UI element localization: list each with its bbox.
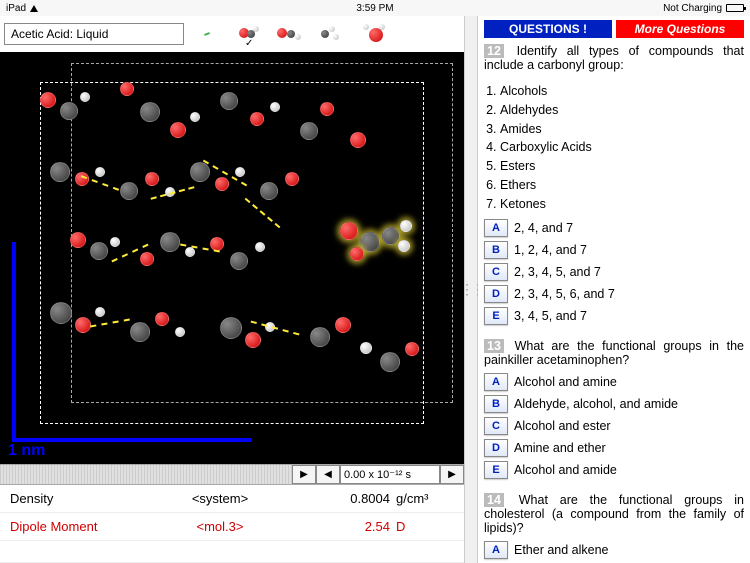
answer-text: 2, 3, 4, 5, 6, and 7	[514, 287, 615, 301]
molecules	[20, 72, 444, 444]
answer-A-button[interactable]: A	[484, 373, 508, 391]
question-text: What are the functional groups in choles…	[484, 493, 744, 535]
answer-A-button[interactable]: A	[484, 541, 508, 559]
property-value: 0.8004	[300, 491, 390, 506]
list-item: Ethers	[500, 176, 744, 195]
question-13: 13 What are the functional groups in the…	[484, 339, 744, 367]
answer-C-button[interactable]: C	[484, 417, 508, 435]
wifi-icon	[30, 5, 38, 12]
timeline-scrubber[interactable]	[0, 465, 292, 484]
model-style-thumb-3[interactable]	[314, 20, 352, 48]
answer-text: 1, 2, 4, and 7	[514, 243, 587, 257]
step-forward-button[interactable]: ▶	[440, 465, 464, 484]
question-number: 12	[484, 44, 504, 58]
answer-D-button[interactable]: D	[484, 285, 508, 303]
table-row[interactable]: Dipole Moment <mol.3> 2.54 D	[0, 513, 464, 541]
answer-B-button[interactable]: B	[484, 241, 508, 259]
question-number: 13	[484, 339, 504, 353]
question-number: 14	[484, 493, 504, 507]
property-scope: <mol.3>	[140, 519, 300, 534]
table-row[interactable]	[0, 541, 464, 563]
model-style-thumb-2[interactable]	[272, 20, 310, 48]
answer-A-button[interactable]: A	[484, 219, 508, 237]
simulation-pane: 1 nm	[0, 16, 464, 563]
questions-tabs: QUESTIONS ! More Questions	[484, 20, 744, 38]
clock: 3:59 PM	[252, 3, 498, 14]
model-style-thumb-4[interactable]	[356, 20, 394, 48]
property-unit: g/cm³	[390, 491, 440, 506]
y-axis	[12, 242, 16, 442]
list-item: Esters	[500, 157, 744, 176]
answers-q14: AEther and alkene BAlcohol and alkene CA…	[484, 541, 744, 563]
split-divider[interactable]: ⋮⋮	[464, 16, 478, 563]
list-item: Aldehydes	[500, 101, 744, 120]
compound-list: Alcohols Aldehydes Amides Carboxylic Aci…	[500, 82, 744, 213]
answer-text: Ether and alkene	[514, 543, 609, 557]
device-label: iPad	[6, 3, 26, 14]
answer-text: Alcohol and amine	[514, 375, 617, 389]
question-text: What are the functional groups in the pa…	[484, 339, 744, 367]
top-toolbar	[0, 16, 464, 52]
property-value: 2.54	[300, 519, 390, 534]
property-label: Density	[10, 491, 140, 506]
table-row[interactable]: Density <system> 0.8004 g/cm³	[0, 485, 464, 513]
answer-B-button[interactable]: B	[484, 395, 508, 413]
model-style-thumb-1[interactable]	[230, 20, 268, 48]
list-item: Alcohols	[500, 82, 744, 101]
answers-q12: A 2, 4, and 7 B 1, 2, 4, and 7 C 2, 3, 4, 5…	[484, 219, 744, 329]
status-bar: iPad 3:59 PM Not Charging	[0, 0, 750, 16]
list-item: Carboxylic Acids	[500, 138, 744, 157]
question-14: 14 What are the functional groups in cho…	[484, 493, 744, 535]
property-label: Dipole Moment	[10, 519, 140, 534]
properties-table: Density <system> 0.8004 g/cm³ Dipole Mom…	[0, 484, 464, 563]
molecule-3d-view[interactable]: 1 nm	[0, 52, 464, 464]
answer-text: 2, 3, 4, 5, and 7	[514, 265, 601, 279]
molecule-title-field[interactable]	[4, 23, 184, 45]
answer-text: Amine and ether	[514, 441, 606, 455]
list-item: Amides	[500, 120, 744, 139]
tag-icon[interactable]	[188, 20, 226, 48]
answer-E-button[interactable]: E	[484, 461, 508, 479]
tab-questions[interactable]: QUESTIONS !	[484, 20, 612, 38]
property-unit: D	[390, 519, 440, 534]
playback-bar: ▶ ◀ 0.00 x 10⁻¹² s ▶	[0, 464, 464, 484]
tab-more-questions[interactable]: More Questions	[616, 20, 744, 38]
answers-q13: A Alcohol and amine B Aldehyde, alcohol, a…	[484, 373, 744, 483]
property-scope: <system>	[140, 491, 300, 506]
answer-E-button[interactable]: E	[484, 307, 508, 325]
answer-text: Aldehyde, alcohol, and amide	[514, 397, 678, 411]
battery-icon	[726, 4, 744, 12]
answer-text: 3, 4, 5, and 7	[514, 309, 587, 323]
questions-pane: QUESTIONS ! More Questions 12 Identify a…	[478, 16, 750, 563]
question-text: Identify all types of compounds that inc…	[484, 44, 744, 72]
step-back-button[interactable]: ◀	[316, 465, 340, 484]
answer-D-button[interactable]: D	[484, 439, 508, 457]
answer-text: Alcohol and ester	[514, 419, 611, 433]
scale-label: 1 nm	[8, 442, 45, 460]
charge-label: Not Charging	[663, 3, 722, 14]
answer-text: 2, 4, and 7	[514, 221, 573, 235]
list-item: Ketones	[500, 195, 744, 214]
answer-text: Alcohol and amide	[514, 463, 617, 477]
question-12: 12 Identify all types of compounds that …	[484, 44, 744, 72]
time-display[interactable]: 0.00 x 10⁻¹² s	[340, 465, 440, 484]
answer-C-button[interactable]: C	[484, 263, 508, 281]
play-button[interactable]: ▶	[292, 465, 316, 484]
